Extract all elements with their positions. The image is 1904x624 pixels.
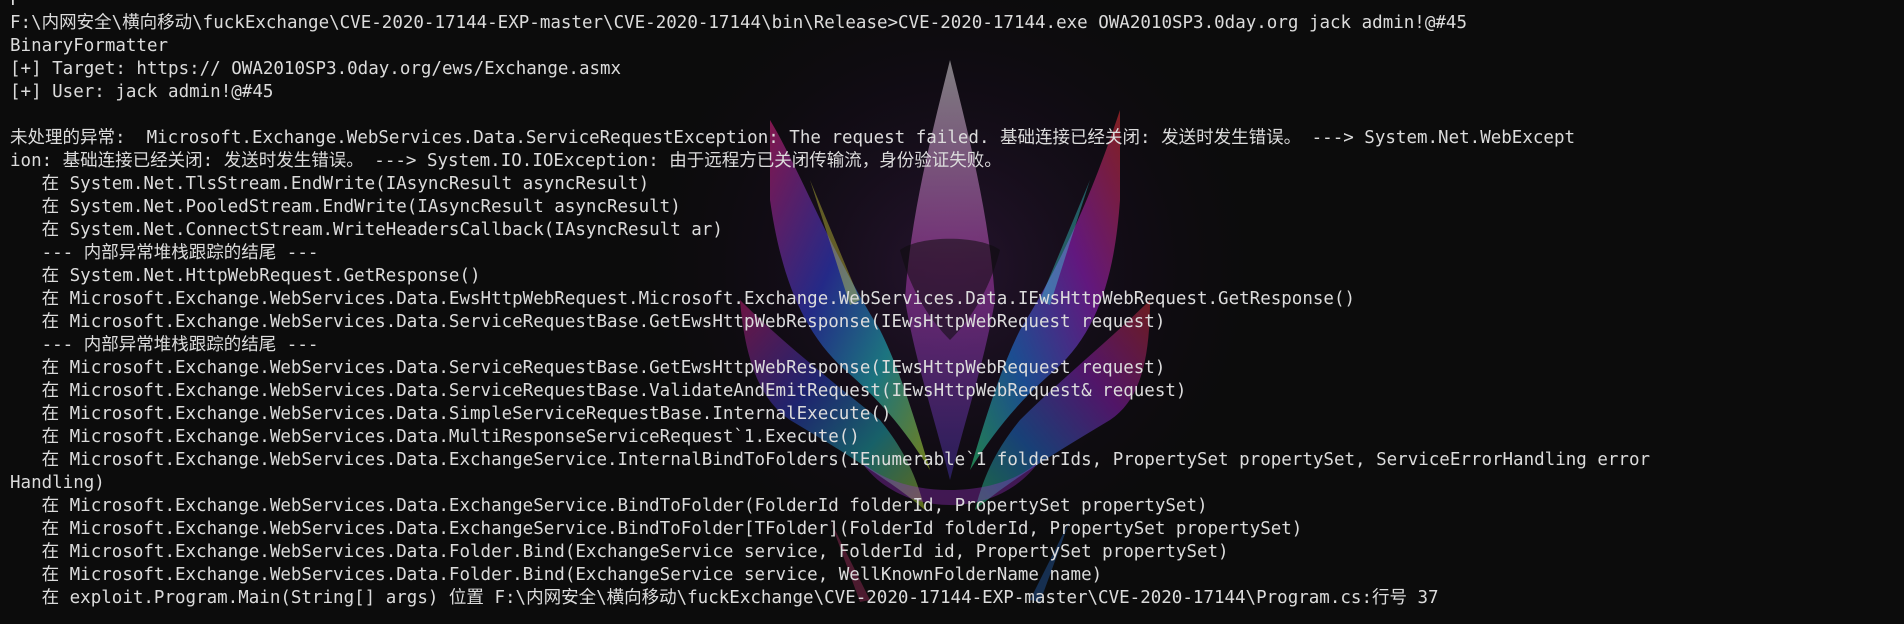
- console-line: 在 Microsoft.Exchange.WebServices.Data.Se…: [10, 358, 1166, 378]
- console-line: 在 Microsoft.Exchange.WebServices.Data.Ex…: [10, 519, 1303, 539]
- console-line: 在 Microsoft.Exchange.WebServices.Data.Fo…: [10, 542, 1229, 562]
- console-line: 在 Microsoft.Exchange.WebServices.Data.Fo…: [10, 565, 1103, 585]
- console-line: BinaryFormatter: [10, 36, 169, 56]
- console-line: 在 Microsoft.Exchange.WebServices.Data.Mu…: [10, 427, 860, 447]
- console-line: F:\内网安全\横向移动\fuckExchange\CVE-2020-17144…: [10, 13, 1467, 33]
- terminal-window[interactable]: F F:\内网安全\横向移动\fuckExchange\CVE-2020-1714…: [0, 0, 1904, 624]
- console-line: 在 System.Net.PooledStream.EndWrite(IAsyn…: [10, 197, 681, 217]
- console-line: 在 System.Net.TlsStream.EndWrite(IAsyncRe…: [10, 174, 650, 194]
- console-line: 在 Microsoft.Exchange.WebServices.Data.Si…: [10, 404, 892, 424]
- console-line: 在 exploit.Program.Main(String[] args) 位置…: [10, 588, 1439, 608]
- console-line: 在 System.Net.HttpWebRequest.GetResponse(…: [10, 266, 481, 286]
- console-line: --- 内部异常堆栈跟踪的结尾 ---: [10, 335, 319, 355]
- console-line: 在 Microsoft.Exchange.WebServices.Data.Se…: [10, 381, 1187, 401]
- console-line: 在 Microsoft.Exchange.WebServices.Data.Ew…: [10, 289, 1356, 309]
- console-line: Handling): [10, 473, 105, 493]
- console-line: 在 Microsoft.Exchange.WebServices.Data.Se…: [10, 312, 1166, 332]
- console-line: [+] Target: https:// OWA2010SP3.0day.org…: [10, 59, 622, 79]
- console-output[interactable]: F F:\内网安全\横向移动\fuckExchange\CVE-2020-1714…: [10, 0, 1900, 610]
- console-line: 未处理的异常: Microsoft.Exchange.WebServices.D…: [10, 128, 1576, 148]
- console-line: ion: 基础连接已经关闭: 发送时发生错误。 ---> System.IO.I…: [10, 151, 1002, 171]
- console-line: 在 System.Net.ConnectStream.WriteHeadersC…: [10, 220, 723, 240]
- console-line: --- 内部异常堆栈跟踪的结尾 ---: [10, 243, 319, 263]
- console-line: [+] User: jack admin!@#45: [10, 82, 274, 102]
- console-line: F: [10, 0, 21, 10]
- console-line: 在 Microsoft.Exchange.WebServices.Data.Ex…: [10, 496, 1208, 516]
- console-line: 在 Microsoft.Exchange.WebServices.Data.Ex…: [10, 450, 1651, 470]
